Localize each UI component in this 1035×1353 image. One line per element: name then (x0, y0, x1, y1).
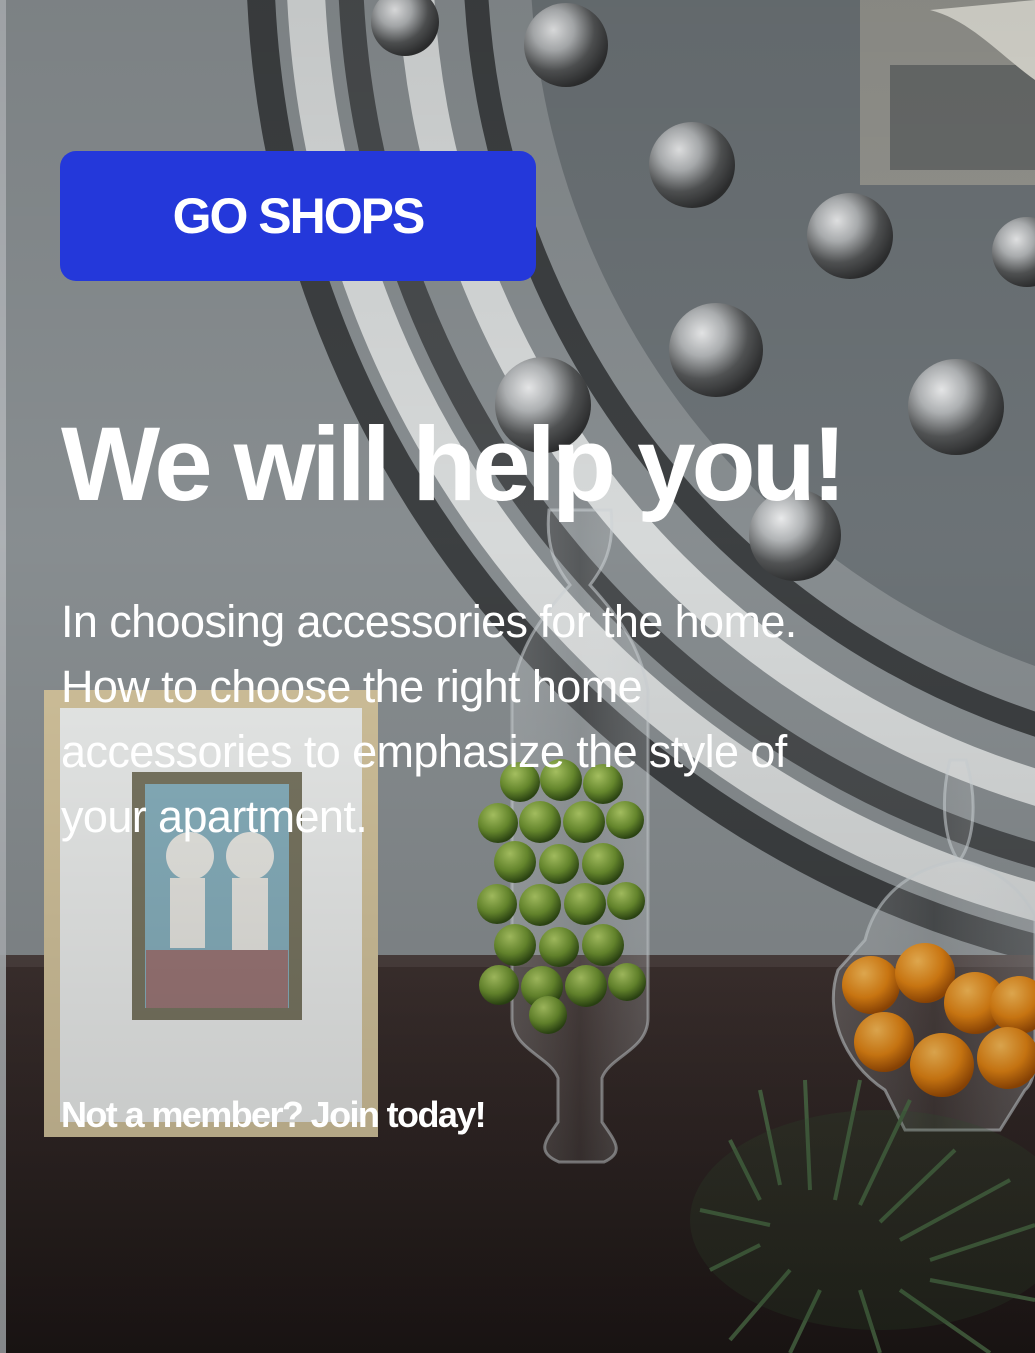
join-today-link[interactable]: Not a member? Join today! (61, 1093, 487, 1137)
app-screen: GO SHOPS We will help you! In choosing a… (0, 0, 1035, 1353)
hero-title: We will help you! (61, 406, 847, 523)
go-shops-button[interactable]: GO SHOPS (60, 151, 536, 281)
hero-description: In choosing accessories for the home. Ho… (61, 596, 797, 842)
